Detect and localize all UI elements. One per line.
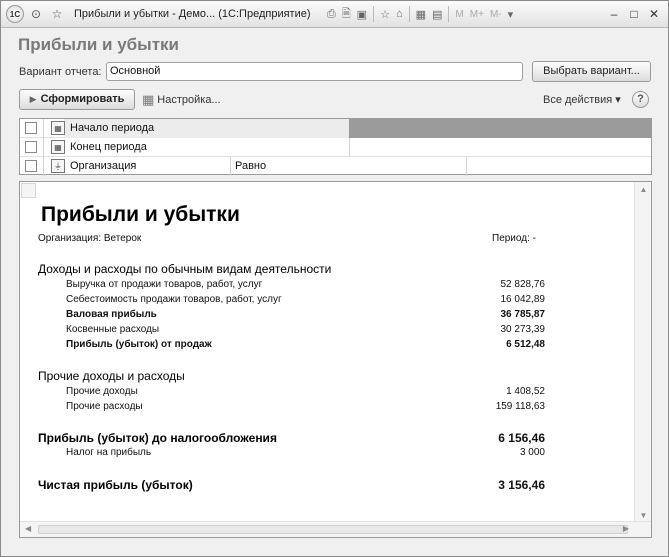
all-actions-label: Все действия <box>543 94 613 106</box>
help-icon[interactable]: ? <box>632 91 649 108</box>
income-tax-value: 3 000 <box>519 447 545 458</box>
scroll-right-icon[interactable]: ▶ <box>623 524 629 533</box>
settings-row-period-start[interactable]: ▦ Начало периода <box>20 119 651 138</box>
star-add-icon[interactable]: ☆ <box>380 8 390 21</box>
variant-input[interactable]: Основной <box>106 62 523 81</box>
use-checkbox[interactable] <box>25 141 37 153</box>
save-icon[interactable]: ▣ <box>357 8 367 21</box>
memory-m-button[interactable]: M <box>455 9 463 20</box>
report-organization: Организация: Ветерок <box>38 233 142 244</box>
print-icon[interactable]: ⎙ <box>327 8 336 21</box>
title-bar: 1С ⊙ ☆ Прибыли и убытки - Демо... (1С:Пр… <box>1 1 668 28</box>
app-window: 1С ⊙ ☆ Прибыли и убытки - Демо... (1С:Пр… <box>0 0 669 557</box>
play-icon: ▶ <box>29 94 37 104</box>
settings-label: Настройка... <box>157 94 221 106</box>
generate-button-label: Сформировать <box>40 93 125 105</box>
report-row-value: 6 512,48 <box>506 339 545 350</box>
favorite-star-icon[interactable]: ☆ <box>48 5 66 23</box>
scroll-left-icon[interactable]: ◀ <box>25 524 31 533</box>
filter-param-icon: ⏚ <box>51 159 65 173</box>
variant-label: Вариант отчета: <box>19 66 102 78</box>
vertical-scrollbar[interactable]: ▲ ▼ <box>634 182 651 523</box>
report-row-value: 52 828,76 <box>500 279 546 290</box>
chevron-down-icon: ▾ <box>615 94 621 106</box>
all-actions-menu[interactable]: Все действия ▾ <box>543 93 621 106</box>
scroll-down-icon[interactable]: ▼ <box>635 511 651 520</box>
report-row-label: Косвенные расходы <box>66 324 160 335</box>
section-heading: Прочие доходы и расходы <box>38 369 185 383</box>
use-checkbox[interactable] <box>25 122 37 134</box>
report-corner-cell <box>21 183 36 198</box>
report-row-value: 16 042,89 <box>500 294 546 305</box>
calculator-icon[interactable]: ▦ <box>416 8 426 21</box>
report-title: Прибыли и убытки <box>41 203 240 226</box>
window-title: Прибыли и убытки - Демо... (1С:Предприят… <box>74 8 311 20</box>
settings-row-organization[interactable]: ⏚ Организация Равно <box>20 157 651 176</box>
report-row-value: 159 118,63 <box>495 401 545 412</box>
horizontal-scrollbar[interactable]: ◀ ▶ <box>20 521 651 537</box>
report-row-label: Валовая прибыль <box>66 309 157 320</box>
settings-table: ▦ Начало периода ▦ Конец периода ⏚ Орган… <box>19 118 652 176</box>
maximize-icon[interactable]: □ <box>624 7 644 21</box>
choose-variant-button[interactable]: Выбрать вариант... <box>532 61 651 82</box>
chevron-down-icon[interactable]: ▾ <box>508 8 514 21</box>
calendar-icon[interactable]: ▤ <box>432 8 442 21</box>
income-tax-label: Налог на прибыль <box>66 447 152 458</box>
settings-grid-icon: ▦ <box>142 92 155 107</box>
generate-button[interactable]: ▶ Сформировать <box>19 89 135 110</box>
settings-row-label: Организация <box>70 160 137 172</box>
use-checkbox[interactable] <box>25 160 37 172</box>
report-row-label: Прочие доходы <box>66 386 138 397</box>
comparison-type[interactable]: Равно <box>235 160 266 172</box>
close-icon[interactable]: ✕ <box>644 7 664 21</box>
bookmark-icon[interactable]: ⌂ <box>396 8 403 20</box>
report-row-label: Себестоимость продажи товаров, работ, ус… <box>66 294 282 305</box>
report-row-value: 36 785,87 <box>500 309 546 320</box>
minimize-icon[interactable]: – <box>604 7 624 21</box>
report-row-value: 30 273,39 <box>500 324 546 335</box>
memory-minus-button[interactable]: M- <box>490 9 502 20</box>
report-row-label: Прочие расходы <box>66 401 143 412</box>
settings-row-label: Начало периода <box>70 122 155 134</box>
main-menu-icon[interactable]: ⊙ <box>27 5 45 23</box>
net-profit-label: Чистая прибыль (убыток) <box>38 478 193 492</box>
pretax-profit-label: Прибыль (убыток) до налогообложения <box>38 431 277 445</box>
preview-icon[interactable]: 🗎 <box>342 5 351 24</box>
toolbar-separator <box>448 6 450 22</box>
settings-row-label: Конец периода <box>70 141 147 153</box>
horizontal-scroll-thumb[interactable] <box>38 525 628 534</box>
toolbar-separator <box>408 6 410 22</box>
app-logo-icon[interactable]: 1С <box>6 5 24 23</box>
window-controls: – □ ✕ <box>604 7 664 21</box>
report-period: Период: - <box>492 233 536 244</box>
toolbar-separator <box>373 6 375 22</box>
memory-plus-button[interactable]: M+ <box>470 9 484 20</box>
report-row-value: 1 408,52 <box>506 386 545 397</box>
scroll-up-icon[interactable]: ▲ <box>635 185 651 194</box>
net-profit-value: 3 156,46 <box>498 478 545 492</box>
settings-button[interactable]: ▦ Настройка... <box>142 92 221 108</box>
calendar-param-icon: ▦ <box>51 140 65 154</box>
report-row-label: Выручка от продажи товаров, работ, услуг <box>66 279 263 290</box>
report-area[interactable]: Прибыли и убытки Организация: Ветерок Пе… <box>19 181 652 538</box>
pretax-profit-value: 6 156,46 <box>498 431 545 445</box>
settings-row-period-end[interactable]: ▦ Конец периода <box>20 138 651 157</box>
report-row-label: Прибыль (убыток) от продаж <box>66 339 212 350</box>
form-title: Прибыли и убытки <box>18 35 179 54</box>
section-heading: Доходы и расходы по обычным видам деятел… <box>38 262 332 276</box>
calendar-param-icon: ▦ <box>51 121 65 135</box>
